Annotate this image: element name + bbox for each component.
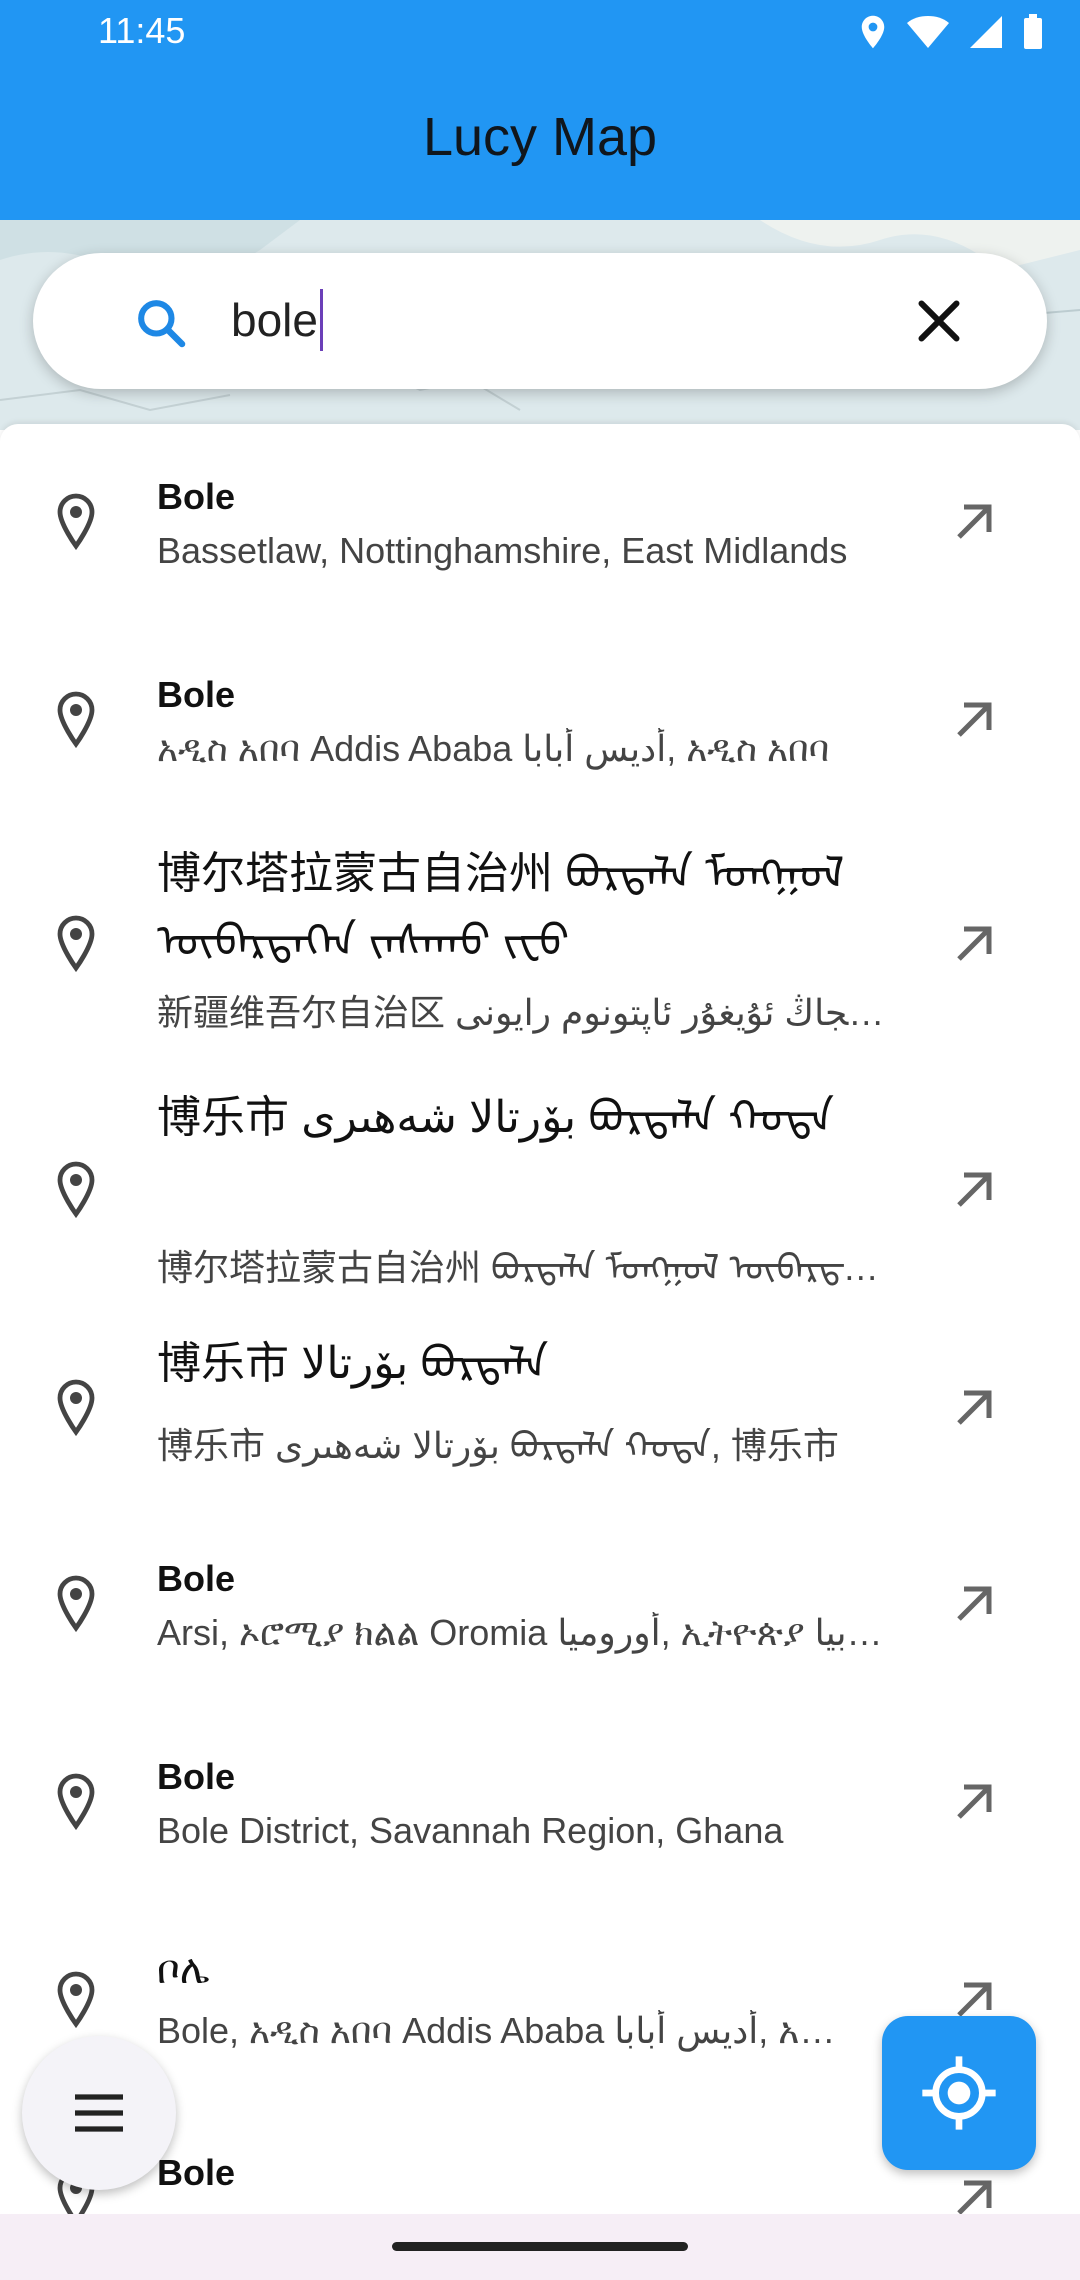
result-title: 博乐市 بۆرتالا ᠪᠣᠷᠲᠠᠯᠠ: [157, 1339, 549, 1388]
search-input[interactable]: bole: [231, 289, 323, 355]
result-item[interactable]: Bole Bassetlaw, Nottinghamshire, East Mi…: [0, 424, 1080, 622]
location-pin-icon: [57, 691, 95, 749]
result-subtitle: አዲስ አበባ Addis Ababa أديس أبابا, አዲስ አበባ: [157, 728, 830, 769]
location-pin-icon: [57, 1575, 95, 1633]
result-item[interactable]: 博尔塔拉蒙古自治州 ᠪᠣᠷᠲᠠᠯᠠ ᠮᠣᠩᠭᠣᠯ ᠥᠪᠡᠷᠲᠡᠭᠡᠨ ᠵᠠᠰᠠᠬ…: [0, 820, 1080, 1066]
text-caret: [319, 289, 323, 351]
result-item[interactable]: 博乐市 بۆرتالا ᠪᠣᠷᠲᠠᠯᠠ 博乐市 بۆرتالا شەھىرى ᠪ…: [0, 1306, 1080, 1506]
signal-icon: [970, 16, 1002, 48]
result-subtitle: Bole District, Savannah Region, Ghana: [157, 1810, 784, 1851]
result-title: Bole: [157, 674, 236, 715]
search-icon: [138, 300, 186, 348]
result-subtitle: 博尔塔拉蒙古自治州 ᠪᠣᠷᠲᠠᠯᠠ ᠮᠣᠩᠭᠣᠯ ᠥᠪᠡᠷᠲᠡᠭᠡᠨ: [157, 1247, 887, 1288]
menu-icon: [75, 2094, 123, 2132]
fill-query-arrow-icon[interactable]: [944, 1160, 1004, 1220]
result-item[interactable]: Bole Bole District, Savannah Region, Gha…: [0, 1704, 1080, 1902]
battery-icon: [1024, 14, 1042, 49]
wifi-icon: [907, 16, 949, 48]
my-location-button[interactable]: [882, 2016, 1036, 2170]
result-subtitle: 新疆维吾尔自治区 شىنجاڭ ئۇيغۇر ئاپتونوم رايونى: [157, 992, 887, 1033]
location-pin-icon: [57, 493, 95, 551]
result-item[interactable]: Bole አዲስ አበባ Addis Ababa أديس أبابا, አዲስ…: [0, 622, 1080, 820]
status-icons: [858, 14, 1044, 50]
fill-query-arrow-icon[interactable]: [944, 914, 1004, 974]
result-title: 博乐市 بۆرتالا شەھىرى ᠪᠣᠷᠲᠠᠯᠠ ᠬᠣᠲᠠ: [157, 1093, 834, 1142]
location-pin-icon: [57, 1161, 95, 1219]
result-item[interactable]: Bole Arsi, ኦሮሚያ ክልል Oromia أوروميا, ኢትዮጵ…: [0, 1506, 1080, 1704]
app-bar: Lucy Map: [0, 66, 1080, 220]
location-pin-icon: [57, 1773, 95, 1831]
search-input-text: bole: [231, 294, 318, 347]
fill-query-arrow-icon[interactable]: [944, 2168, 1004, 2214]
fill-query-arrow-icon[interactable]: [944, 1574, 1004, 1634]
result-subtitle: Arsi, ኦሮሚያ ክልል Oromia أوروميا, ኢትዮጵያ إثي…: [157, 1612, 887, 1653]
result-subtitle: 博乐市 بۆرتالا شەھىرى ᠪᠣᠷᠲᠠᠯᠠ ᠬᠣᠲᠠ, 博乐市: [157, 1425, 839, 1466]
menu-button[interactable]: [22, 2036, 176, 2190]
status-bar: 11:45: [0, 0, 1080, 66]
result-title: Bole: [157, 2152, 236, 2193]
fill-query-arrow-icon[interactable]: [944, 1378, 1004, 1438]
clear-search-button[interactable]: [909, 291, 969, 351]
search-bar: bole: [33, 253, 1047, 389]
result-title: Bole: [157, 1756, 236, 1797]
navigation-bar: [0, 2214, 1080, 2280]
location-status-icon: [861, 15, 885, 49]
location-pin-icon: [57, 915, 95, 973]
result-subtitle: Bole, አዲስ አበባ Addis Ababa أديس أبابا, አዲ…: [157, 2010, 837, 2051]
status-time: 11:45: [98, 10, 186, 51]
result-title: 博尔塔拉蒙古自治州 ᠪᠣᠷᠲᠠᠯᠠ ᠮᠣᠩᠭᠣᠯ ᠥᠪᠡᠷᠲᠡᠭᠡᠨ ᠵᠠᠰᠠᠬ…: [157, 849, 845, 966]
my-location-icon: [922, 2056, 996, 2130]
result-item[interactable]: 博乐市 بۆرتالا شەھىرى ᠪᠣᠷᠲᠠᠯᠠ ᠬᠣᠲᠠ 博尔塔拉蒙古自治…: [0, 1066, 1080, 1306]
fill-query-arrow-icon[interactable]: [944, 690, 1004, 750]
fill-query-arrow-icon[interactable]: [944, 492, 1004, 552]
home-gesture-handle[interactable]: [392, 2242, 688, 2251]
result-title: Bole: [157, 476, 236, 517]
result-subtitle: Bassetlaw, Nottinghamshire, East Midland…: [157, 530, 848, 571]
result-title: ቦሌ: [157, 1948, 210, 1992]
result-title: Bole: [157, 1558, 236, 1599]
location-pin-icon: [57, 1379, 95, 1437]
fill-query-arrow-icon[interactable]: [944, 1772, 1004, 1832]
app-title: Lucy Map: [422, 107, 658, 167]
search-results-list[interactable]: Bole Bassetlaw, Nottinghamshire, East Mi…: [0, 424, 1080, 2214]
location-pin-icon: [57, 1971, 95, 2029]
